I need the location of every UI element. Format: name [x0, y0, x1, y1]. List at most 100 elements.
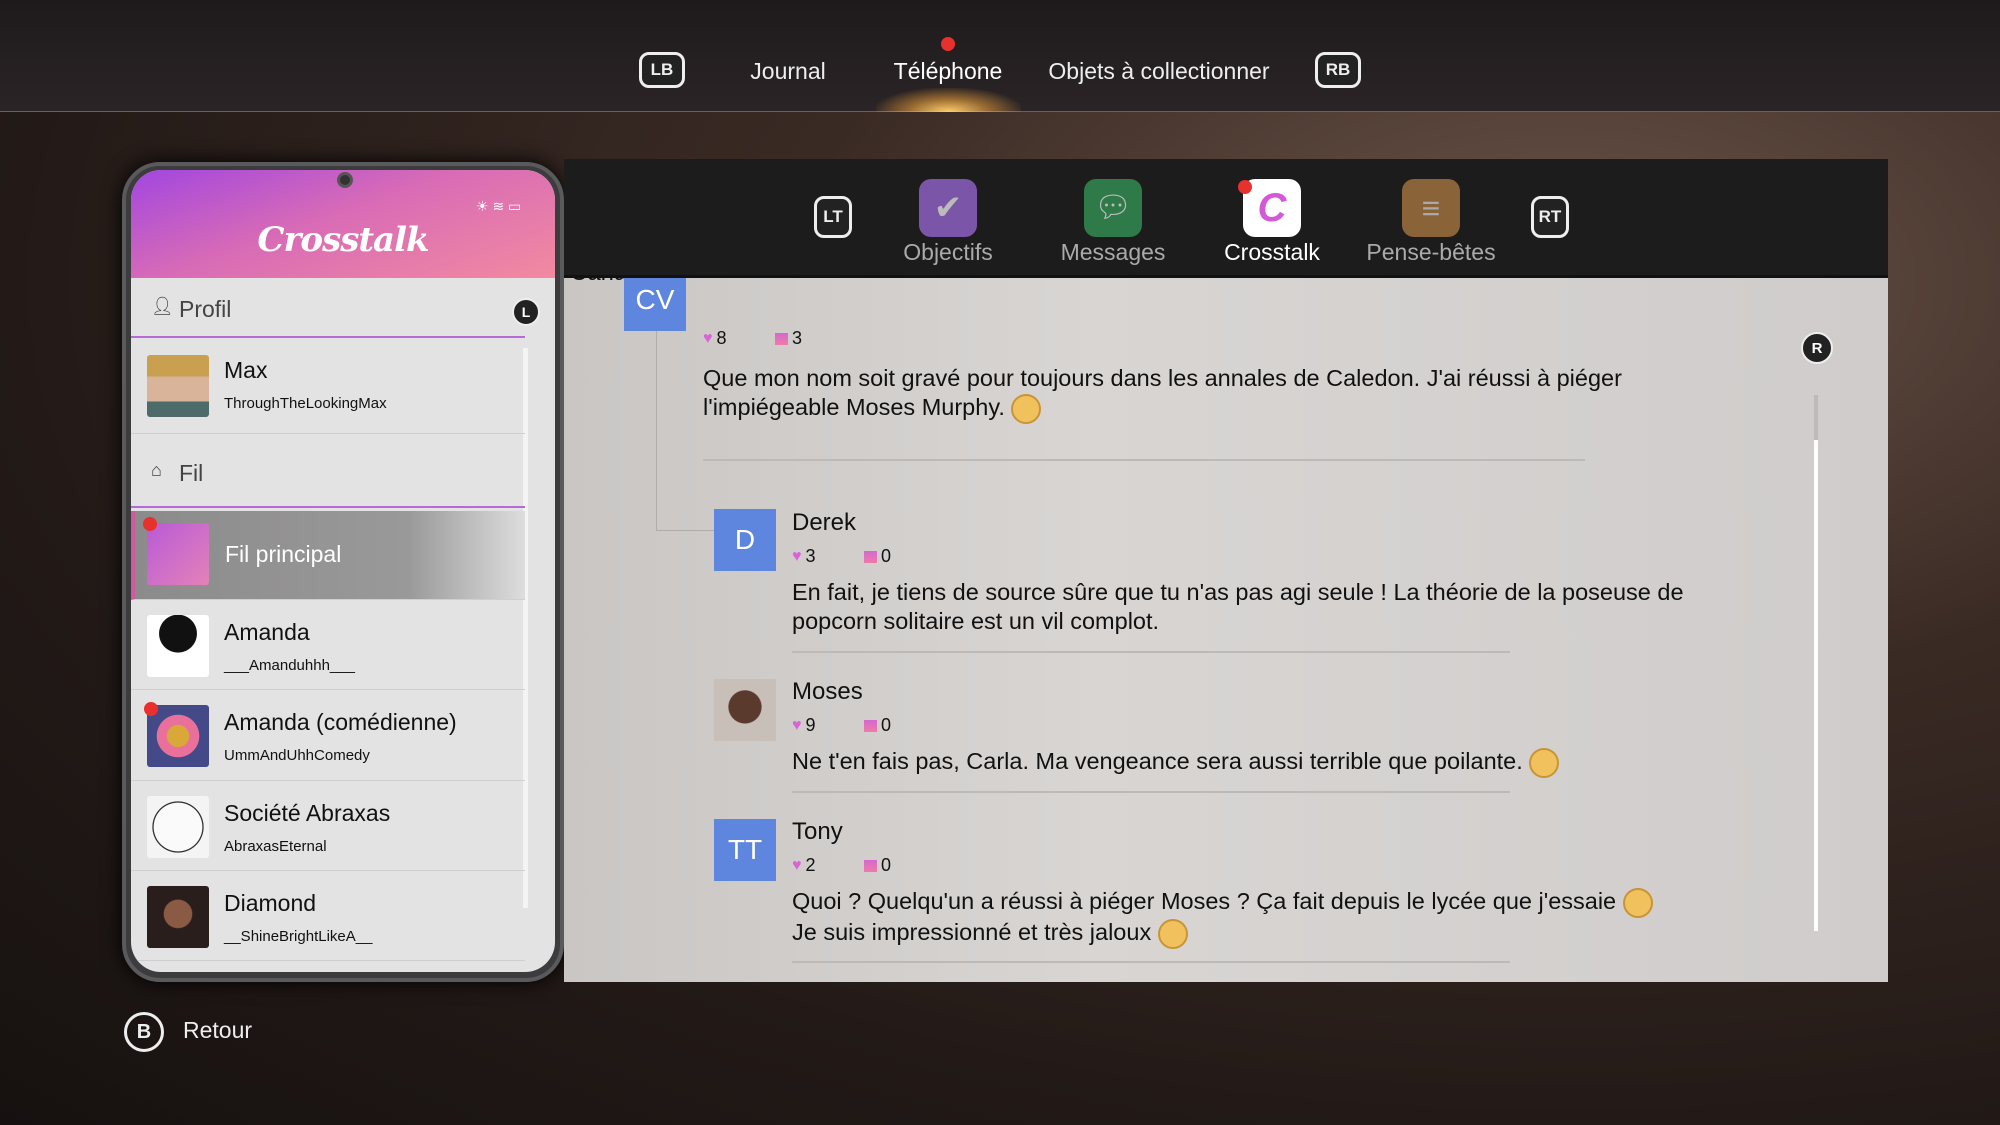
reply-avatar: D [714, 509, 776, 571]
lt-button[interactable]: LT [814, 196, 852, 238]
tab-journal[interactable]: Journal [750, 58, 825, 85]
like-count: 8 [716, 328, 727, 348]
reply-author: Derek [792, 509, 857, 536]
heart-icon: ♥ [792, 716, 802, 734]
reply-text: Quoi ? Quelqu'un a réussi à piéger Moses… [792, 887, 1792, 949]
feed-panel: Carla CV ♥8 3 Que mon nom soit gravé pou… [564, 159, 1888, 982]
profile-item[interactable]: Max ThroughTheLookingMax [131, 339, 525, 434]
post-text: Que mon nom soit gravé pour toujours dan… [703, 364, 1703, 424]
notification-dot [144, 702, 158, 716]
moses-avatar [714, 679, 776, 741]
app-logo: Crosstalk [257, 220, 429, 260]
comment-count: 0 [881, 855, 892, 875]
avatar [147, 705, 209, 767]
avatar [147, 796, 209, 858]
comment-icon [864, 859, 877, 872]
phone-screen: ☀ ≋ ▭ Crosstalk 👤︎ Profil L Max ThroughT… [131, 170, 555, 972]
divider [792, 791, 1510, 793]
comment-count: 0 [881, 546, 892, 566]
crying-emoji [1157, 918, 1188, 949]
feed-name: Société Abraxas [224, 800, 391, 826]
l-stick-button[interactable]: L [512, 298, 540, 326]
reply-author: Moses [792, 678, 863, 705]
app-label-objectifs[interactable]: Objectifs [903, 239, 992, 266]
reply-text: Ne t'en fais pas, Carla. Ma vengeance se… [792, 747, 1752, 778]
like-count: 2 [805, 855, 816, 875]
avatar [147, 355, 209, 417]
feed-name: Amanda (comédienne) [224, 709, 457, 735]
feed-item[interactable]: Diamond __ShineBrightLikeA__ [131, 873, 525, 961]
notification-dot [143, 517, 157, 531]
r-stick-button[interactable]: R [1801, 332, 1833, 364]
rb-button[interactable]: RB [1315, 52, 1361, 88]
post-avatar: CV [624, 269, 686, 331]
section-label: Profil [179, 296, 232, 322]
likes: ♥ 8 [703, 328, 727, 349]
objectives-app-icon[interactable]: ✔ [919, 179, 977, 237]
comment-icon [864, 550, 877, 563]
app-label-crosstalk[interactable]: Crosstalk [1224, 239, 1320, 266]
comments: 0 [864, 715, 891, 736]
feed-icon [147, 523, 209, 585]
feed-item[interactable]: Amanda (comédienne) UmmAndUhhComedy [131, 692, 525, 781]
camera-icon [337, 172, 353, 188]
lb-button[interactable]: LB [639, 52, 685, 88]
comments: 0 [864, 546, 891, 567]
heart-icon: ♥ [703, 329, 713, 347]
grin-emoji [1011, 393, 1042, 424]
active-tab-glow [876, 88, 1021, 112]
feed-handle: ___Amanduhhh___ [224, 657, 355, 674]
likes: ♥ 9 [792, 715, 816, 736]
notes-app-icon[interactable]: ≡ [1402, 179, 1460, 237]
feed-handle: UmmAndUhhComedy [224, 747, 370, 764]
feed-name: Fil principal [225, 541, 342, 567]
app-label-pense-betes[interactable]: Pense-bêtes [1366, 239, 1495, 266]
home-icon: ⌂ [151, 460, 162, 480]
profile-name: Max [224, 357, 268, 383]
status-icons: ☀ ≋ ▭ [476, 198, 522, 214]
comment-icon [864, 719, 877, 732]
profile-handle: ThroughTheLookingMax [224, 395, 387, 412]
feed-item[interactable]: Société Abraxas AbraxasEternal [131, 783, 525, 871]
feed-section-header: ⌂ Fil [131, 440, 525, 508]
wink-emoji [1529, 747, 1560, 778]
thread-line [656, 331, 657, 530]
b-button[interactable]: B [124, 1012, 164, 1052]
likes: ♥ 3 [792, 546, 816, 567]
comments: 3 [775, 328, 802, 349]
messages-app-icon[interactable]: 💬︎ [1084, 179, 1142, 237]
reply-text: En fait, je tiens de source sûre que tu … [792, 579, 1684, 634]
comment-count: 0 [881, 715, 892, 735]
likes: ♥ 2 [792, 855, 816, 876]
avatar [147, 615, 209, 677]
feed-handle: AbraxasEternal [224, 838, 327, 855]
heart-icon: ♥ [792, 547, 802, 565]
person-icon: 👤︎ [151, 296, 174, 316]
thread-line [656, 530, 714, 531]
comment-icon [775, 332, 788, 345]
feed-item[interactable]: Amanda ___Amanduhhh___ [131, 602, 525, 690]
back-label[interactable]: Retour [183, 1017, 252, 1044]
divider [703, 459, 1585, 461]
feed-handle: __ShineBrightLikeA__ [224, 928, 373, 945]
avatar [147, 886, 209, 948]
divider [792, 961, 1510, 963]
feed-name: Amanda [224, 619, 310, 645]
app-label-messages[interactable]: Messages [1061, 239, 1166, 266]
tab-telephone[interactable]: Téléphone [894, 58, 1003, 85]
notification-dot [1238, 180, 1252, 194]
feed-item-fil-principal[interactable]: Fil principal [131, 511, 525, 600]
scrollbar-thumb[interactable] [1814, 440, 1818, 931]
rt-button[interactable]: RT [1531, 196, 1569, 238]
like-count: 9 [805, 715, 816, 735]
like-count: 3 [805, 546, 816, 566]
reply-avatar: TT [714, 819, 776, 881]
comments: 0 [864, 855, 891, 876]
notification-dot [941, 37, 955, 51]
tab-collectibles[interactable]: Objets à collectionner [1048, 58, 1269, 85]
section-label: Fil [179, 460, 204, 486]
profile-section-header: 👤︎ Profil [131, 282, 525, 338]
feed-name: Diamond [224, 890, 317, 916]
laugh-emoji [1622, 887, 1653, 918]
comment-count: 3 [792, 328, 803, 348]
